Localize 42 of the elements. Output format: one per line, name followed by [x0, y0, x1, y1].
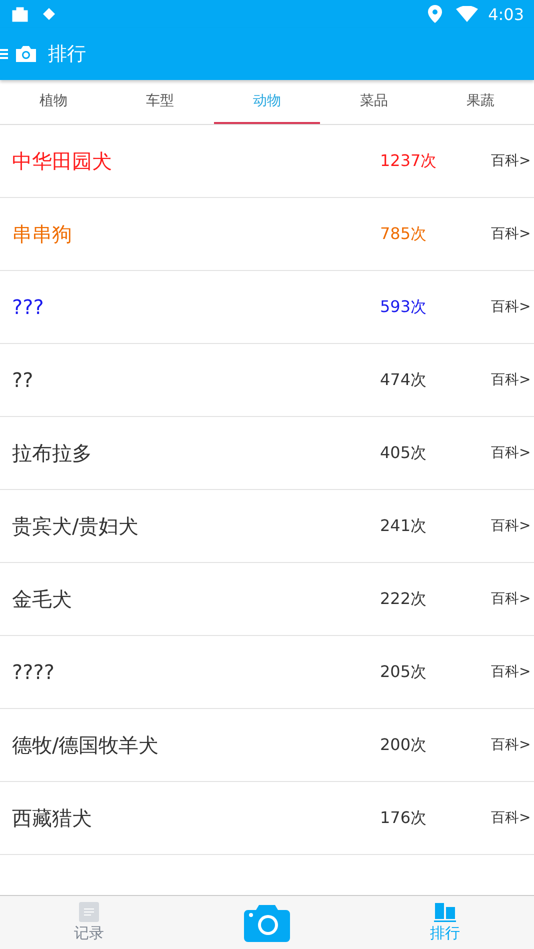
breed-name: 拉布拉多	[12, 440, 93, 466]
search-count: 405次	[380, 442, 428, 464]
breed-name: 串串狗	[12, 220, 73, 248]
encyclopedia-link[interactable]: 百科>	[491, 152, 534, 170]
search-count: 176次	[380, 808, 428, 828]
clock-time: 4:03	[488, 4, 524, 24]
page-title: 排行	[48, 42, 86, 67]
camera-button[interactable]	[244, 904, 290, 942]
breed-name: 德牧/德国牧羊犬	[12, 732, 160, 758]
camera-icon	[244, 904, 290, 942]
encyclopedia-link[interactable]: 百科>	[491, 663, 534, 681]
encyclopedia-link[interactable]: 百科>	[491, 736, 534, 754]
breed-name: 金毛犬	[12, 586, 73, 612]
camera-icon[interactable]	[16, 46, 36, 62]
search-count: 200次	[380, 734, 428, 756]
search-count: 241次	[380, 516, 428, 536]
encyclopedia-link[interactable]: 百科>	[491, 590, 534, 608]
breed-name: 贵宾犬/贵妇犬	[12, 512, 140, 540]
bag-icon	[11, 5, 29, 23]
search-count: 205次	[380, 662, 428, 682]
document-icon	[79, 902, 99, 922]
menu-icon[interactable]	[0, 48, 8, 60]
breed-name: 中华田园犬	[12, 148, 113, 174]
encyclopedia-link[interactable]: 百科>	[491, 298, 534, 316]
search-count: 1237次	[380, 150, 438, 172]
breed-name: ???	[12, 295, 45, 319]
encyclopedia-link[interactable]: 百科>	[491, 371, 534, 389]
bar-chart-icon	[434, 902, 456, 922]
encyclopedia-link[interactable]: 百科>	[491, 809, 534, 827]
location-icon	[428, 5, 442, 23]
encyclopedia-link[interactable]: 百科>	[491, 517, 534, 535]
encyclopedia-link[interactable]: 百科>	[491, 225, 534, 243]
breed-name: 西藏猎犬	[12, 804, 93, 832]
diamond-icon	[43, 8, 55, 20]
wifi-icon	[456, 6, 478, 22]
search-count: 785次	[380, 224, 428, 244]
search-count: 222次	[380, 588, 428, 610]
breed-name: ??	[12, 368, 34, 392]
encyclopedia-link[interactable]: 百科>	[491, 444, 534, 462]
search-count: 474次	[380, 370, 428, 390]
breed-name: ????	[12, 660, 56, 684]
search-count: 593次	[380, 296, 428, 318]
